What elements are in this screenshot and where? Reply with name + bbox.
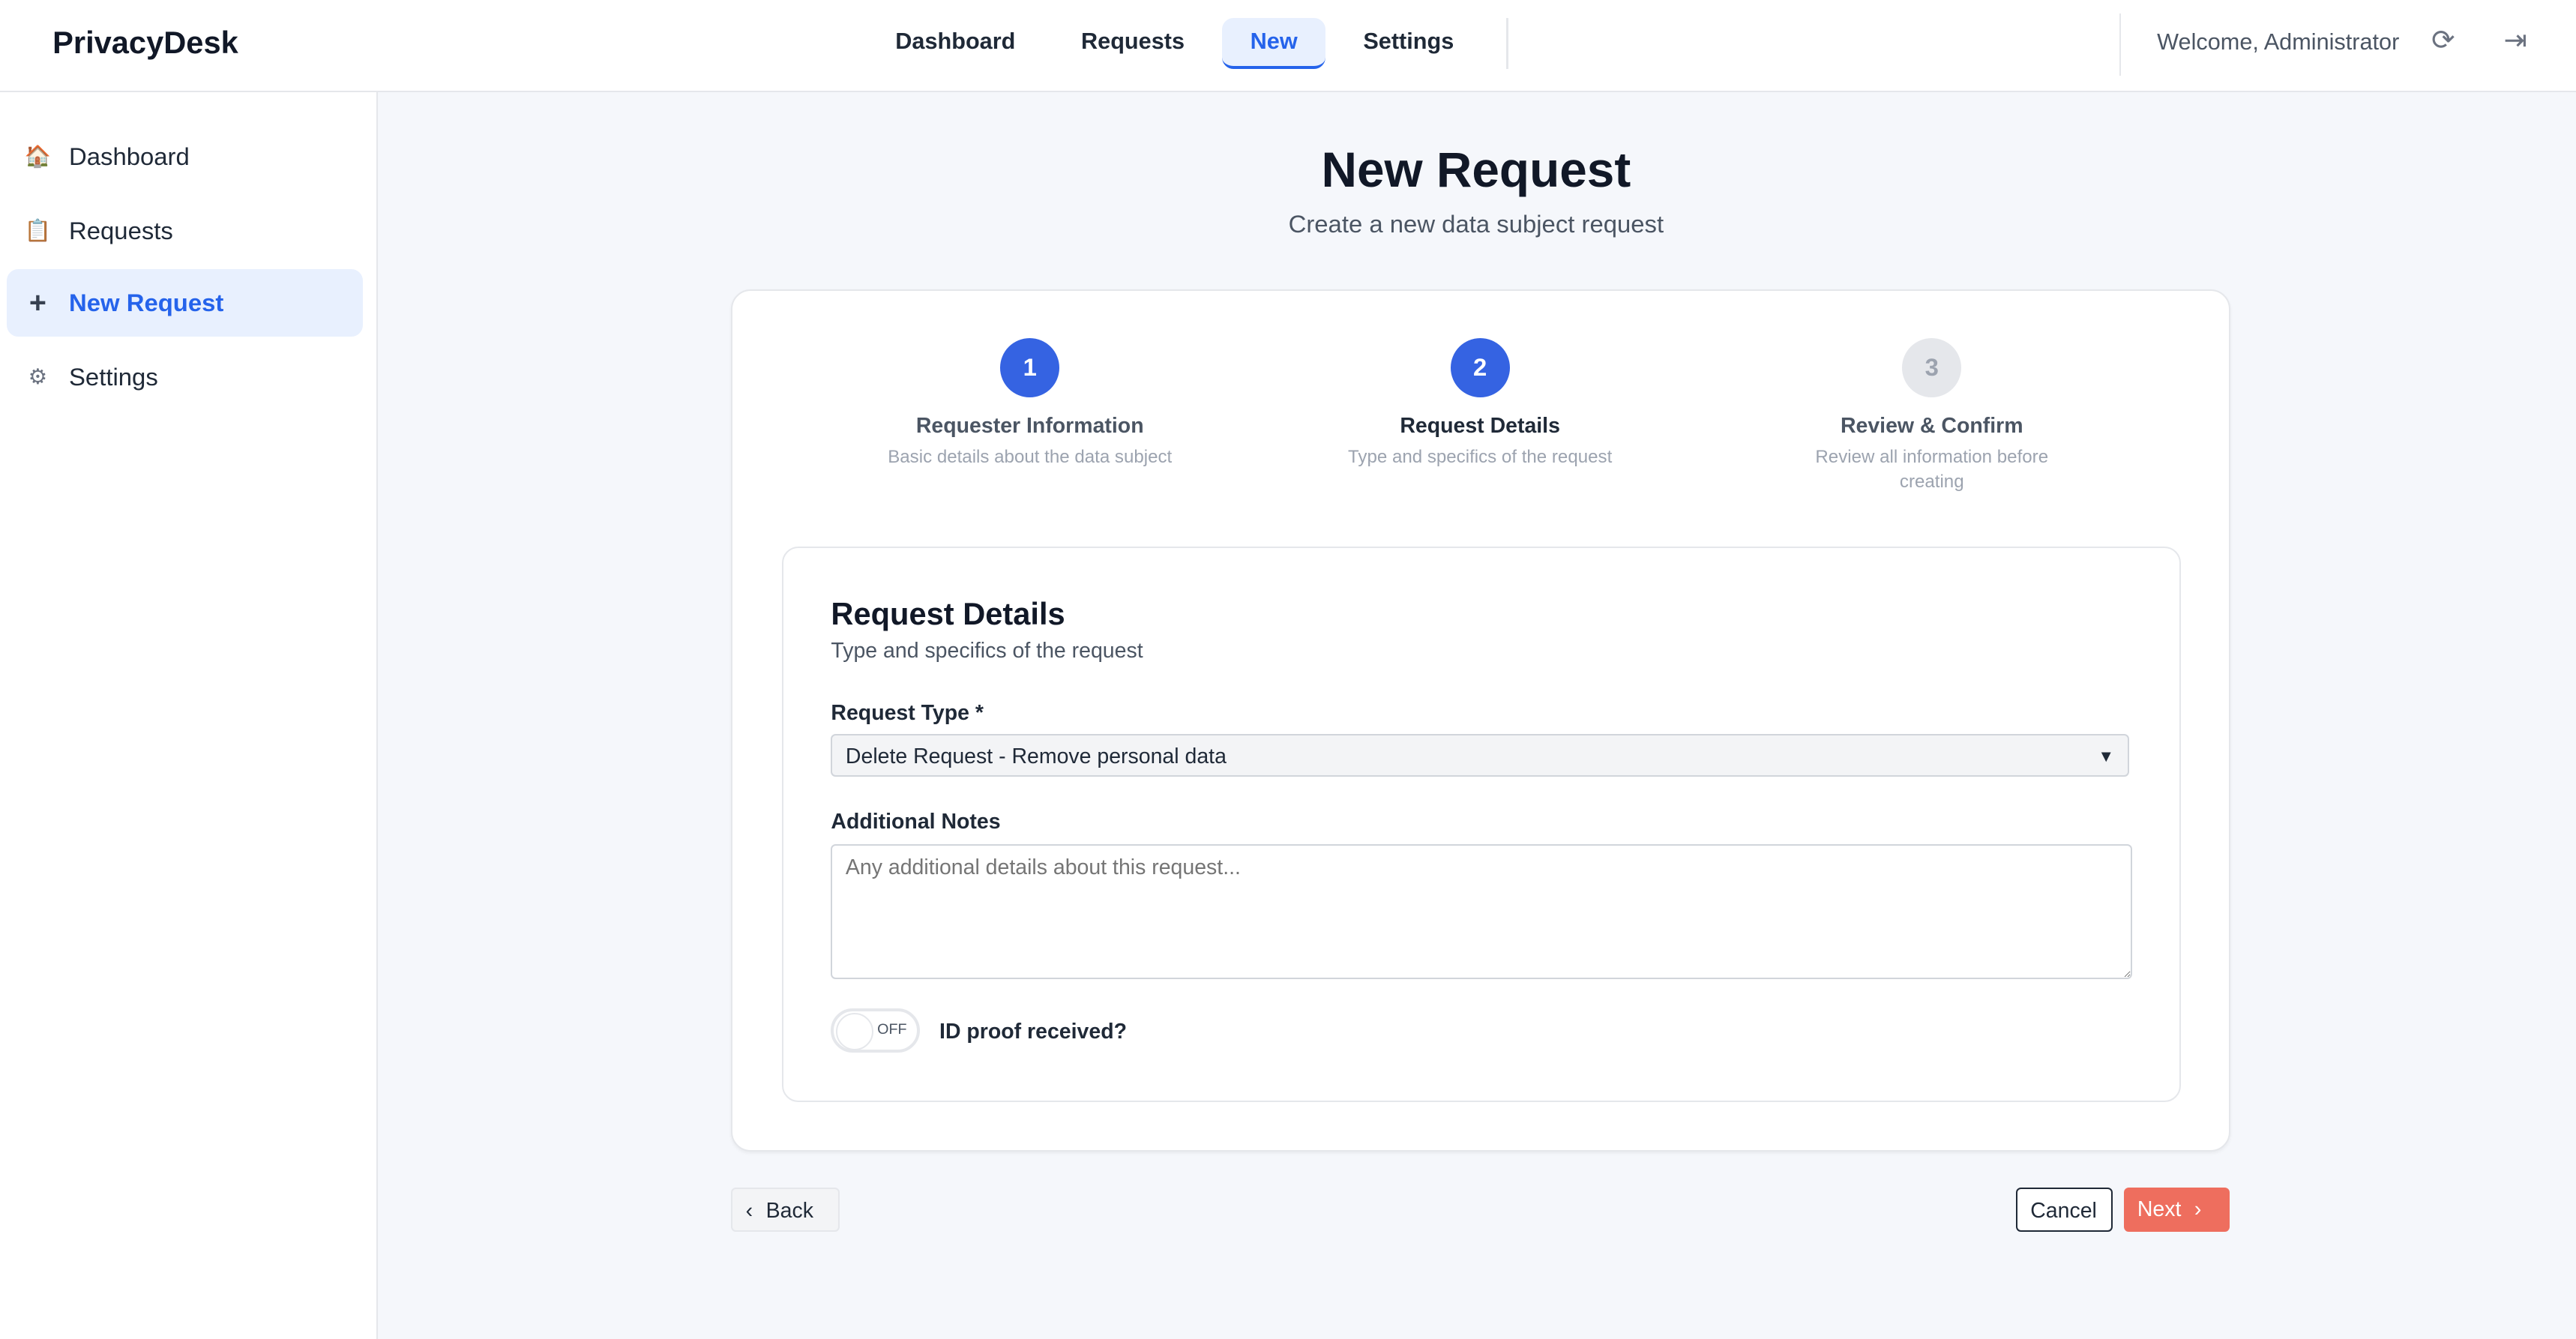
divider (2119, 13, 2121, 76)
tab-new[interactable]: New (1222, 18, 1325, 70)
chevron-right-icon: › (2194, 1197, 2202, 1222)
page-subtitle: Create a new data subject request (1288, 210, 1664, 238)
tab-dashboard[interactable]: Dashboard (867, 18, 1044, 69)
form-subtitle: Type and specifics of the request (831, 639, 1143, 663)
clipboard-icon: 📋 (24, 218, 52, 243)
step-1: 1 Requester Information Basic details ab… (882, 338, 1178, 469)
chevron-left-icon: ‹ (745, 1199, 753, 1224)
toggle-knob (835, 1013, 873, 1051)
step-description: Type and specifics of the request (1348, 446, 1613, 467)
welcome-text: Welcome, Administrator (2157, 29, 2400, 55)
tab-settings[interactable]: Settings (1335, 18, 1481, 69)
sidebar-item-label: Requests (69, 216, 173, 244)
page-title: New Request (1321, 142, 1631, 198)
request-type-value: Delete Request - Remove personal data (845, 744, 1227, 769)
top-nav: Dashboard Requests New Settings (867, 18, 1482, 70)
step-number: 1 (1000, 338, 1060, 398)
step-2: 2 Request Details Type and specifics of … (1332, 338, 1628, 469)
sidebar: 🏠 Dashboard 📋 Requests + New Request ⚙ Setti… (0, 91, 378, 1339)
step-title: Requester Information (915, 413, 1144, 438)
step-title: Request Details (1400, 413, 1560, 438)
brand-logo: PrivacyDesk (52, 24, 238, 60)
logout-icon[interactable]: ⇥ (2504, 23, 2527, 56)
gear-icon: ⚙ (28, 364, 48, 389)
id-proof-toggle[interactable]: OFF (831, 1008, 920, 1053)
next-label: Next (2137, 1197, 2182, 1222)
sidebar-item-label: Dashboard (69, 142, 190, 171)
wizard-card: 1 Requester Information Basic details ab… (731, 289, 2231, 1152)
top-bar: PrivacyDesk Dashboard Requests New Setti… (0, 0, 2576, 92)
house-icon: 🏠 (24, 145, 52, 169)
sidebar-item-dashboard[interactable]: 🏠 Dashboard (7, 123, 364, 190)
step-description: Review all information before creating (1815, 446, 2049, 492)
form-title: Request Details (831, 596, 1065, 632)
back-label: Back (765, 1199, 813, 1224)
caret-down-icon: ▼ (2098, 747, 2115, 766)
step-description: Basic details about the data subject (888, 446, 1173, 467)
sidebar-item-label: New Request (69, 289, 224, 317)
sidebar-item-requests[interactable]: 📋 Requests (7, 197, 364, 265)
step-number: 2 (1450, 338, 1510, 398)
request-details-form: Request Details Type and specifics of th… (781, 547, 2182, 1102)
sidebar-item-label: Settings (69, 362, 158, 391)
step-number: 3 (1902, 338, 1962, 398)
next-button[interactable]: Next › (2124, 1188, 2230, 1233)
cancel-button[interactable]: Cancel (2015, 1188, 2113, 1233)
refresh-icon[interactable]: ⟳ (2431, 23, 2455, 56)
id-proof-label: ID proof received? (939, 1020, 1127, 1044)
step-3: 3 Review & Confirm Review all informatio… (1784, 338, 2080, 494)
request-type-label: Request Type * (831, 701, 984, 726)
divider (1506, 18, 1508, 70)
back-button[interactable]: ‹ Back (731, 1188, 840, 1233)
toggle-state: OFF (877, 1021, 907, 1038)
sidebar-item-settings[interactable]: ⚙ Settings (7, 343, 364, 411)
tab-requests[interactable]: Requests (1053, 18, 1213, 69)
notes-label: Additional Notes (831, 809, 1001, 834)
request-type-select[interactable]: Delete Request - Remove personal data ▼ (831, 734, 2129, 777)
sidebar-item-new-request[interactable]: + New Request (6, 269, 364, 337)
notes-textarea[interactable] (831, 843, 2132, 979)
step-title: Review & Confirm (1840, 413, 2023, 438)
plus-icon: + (28, 286, 46, 319)
